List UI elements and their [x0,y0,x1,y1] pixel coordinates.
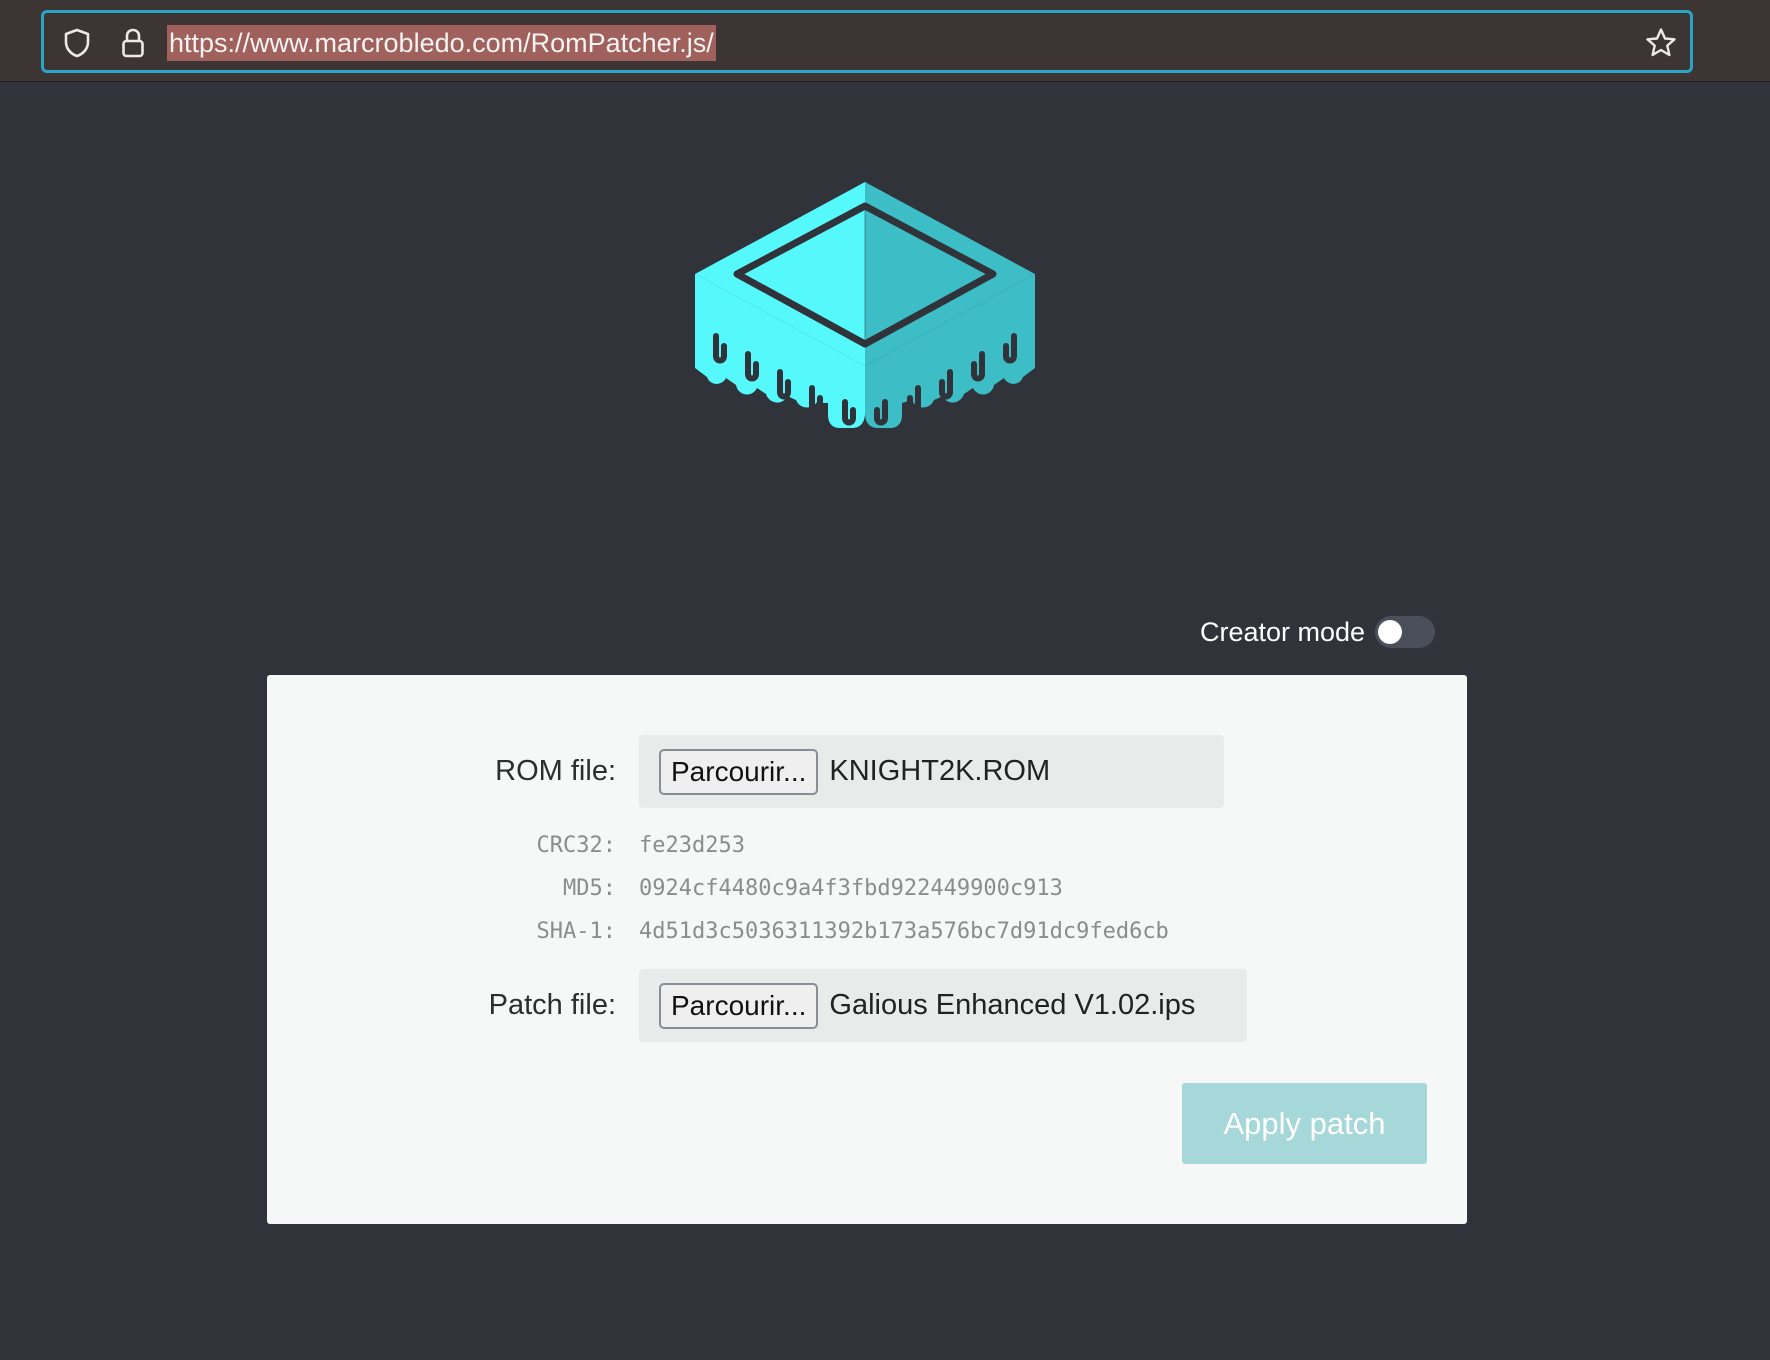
rom-browse-button[interactable]: Parcourir... [659,748,819,795]
url-text[interactable]: https://www.marcrobledo.com/RomPatcher.j… [167,25,716,61]
creator-mode-label: Creator mode [1200,616,1366,647]
rom-file-input[interactable]: Parcourir... KNIGHT2K.ROM [639,735,1224,808]
crc32-label: CRC32: [536,833,616,858]
creator-mode-control: Creator mode [1200,614,1436,650]
patch-file-label: Patch file: [488,989,616,1021]
md5-label: MD5: [563,876,616,901]
patcher-form: ROM file: CRC32: MD5: SHA-1: Patch file:… [267,675,1467,1224]
apply-patch-button[interactable]: Apply patch [1182,1083,1427,1164]
address-bar[interactable]: https://www.marcrobledo.com/RomPatcher.j… [41,10,1693,73]
rom-file-name: KNIGHT2K.ROM [829,755,1051,787]
patch-browse-button[interactable]: Parcourir... [659,982,819,1029]
browser-toolbar: https://www.marcrobledo.com/RomPatcher.j… [0,0,1770,82]
rom-chip-logo [690,178,1040,428]
lock-icon[interactable] [116,26,150,60]
star-icon[interactable] [1644,26,1678,60]
md5-value: 0924cf4480c9a4f3fbd922449900c913 [639,876,1063,901]
shield-icon[interactable] [60,26,94,60]
rom-file-label: ROM file: [495,755,616,787]
crc32-value: fe23d253 [639,833,745,858]
toggle-knob [1378,620,1403,644]
sha1-value: 4d51d3c5036311392b173a576bc7d91dc9fed6cb [639,919,1169,944]
patch-file-input[interactable]: Parcourir... Galious Enhanced V1.02.ips [639,969,1247,1042]
form-labels: ROM file: CRC32: MD5: SHA-1: Patch file: [267,675,616,1224]
sha1-label: SHA-1: [536,919,616,944]
creator-mode-toggle[interactable] [1375,616,1436,648]
patch-file-name: Galious Enhanced V1.02.ips [829,989,1196,1021]
